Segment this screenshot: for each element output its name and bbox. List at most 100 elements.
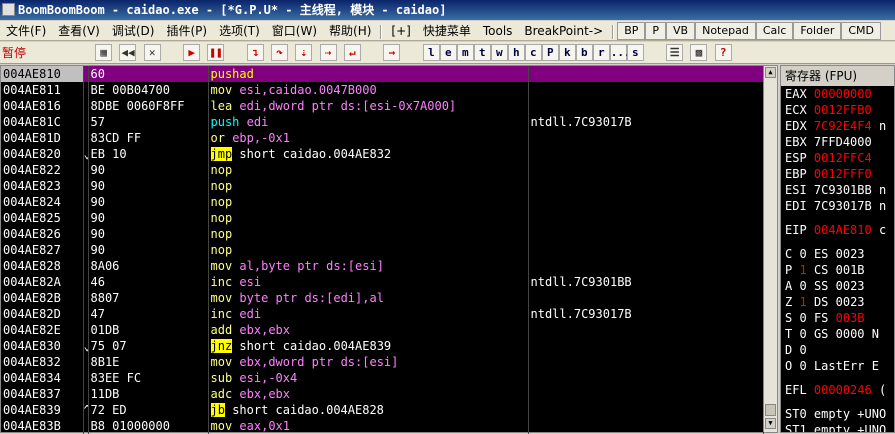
disasm-row[interactable]: 004AE826 90 nop <box>1 226 764 242</box>
menu-item[interactable]: 快捷菜单 <box>417 21 477 40</box>
disasm-row[interactable]: 004AE823 90 nop <box>1 178 764 194</box>
register-row[interactable]: EBX 7FFD4000 <box>781 134 894 150</box>
window-letter-button[interactable]: l <box>422 44 440 61</box>
registers-pane[interactable]: 寄存器 (FPU) EAX 00000000 ECX 0012FFB0 EDX 7C… <box>780 65 895 433</box>
register-row[interactable]: EFL 00000246 ( <box>781 382 894 398</box>
flag-value[interactable]: 0 <box>799 343 806 357</box>
register-value[interactable]: 0012FFF0 <box>814 167 872 181</box>
step-over-icon[interactable]: ↷ <box>271 44 289 61</box>
execute-till-return-icon[interactable]: ↵ <box>343 44 361 61</box>
menu-tool-button[interactable]: Notepad <box>695 22 756 40</box>
disasm-row[interactable]: 004AE830⌄75 07jnz short caidao.004AE839 <box>1 338 764 354</box>
flag-value[interactable]: 1 <box>799 263 806 277</box>
disasm-row[interactable]: 004AE810 60 pushad <box>1 66 764 82</box>
window-letter-button[interactable]: r <box>592 44 610 61</box>
register-row[interactable]: ESI 7C9301BB n <box>781 182 894 198</box>
scroll-thumb[interactable] <box>765 404 776 416</box>
register-row[interactable]: EDI 7C93017B n <box>781 198 894 214</box>
help-icon[interactable]: ? <box>714 44 732 61</box>
disasm-row[interactable]: 004AE816 8DBE 0060F8FF lea edi,dword ptr d… <box>1 98 764 114</box>
options-icon[interactable]: ▩ <box>690 44 708 61</box>
disasm-row[interactable]: 004AE827 90 nop <box>1 242 764 258</box>
window-letter-button[interactable]: s <box>626 44 644 61</box>
disasm-row[interactable]: 004AE82E 01DB add ebx,ebx <box>1 322 764 338</box>
flag-row[interactable]: O 0 LastErr E <box>781 358 894 374</box>
disasm-row[interactable]: 004AE837 11DB adc ebx,ebx <box>1 386 764 402</box>
menu-item[interactable]: 插件(P) <box>160 21 213 40</box>
window-letter-button[interactable]: e <box>439 44 457 61</box>
register-value[interactable]: empty +UNO <box>814 423 886 432</box>
menu-item[interactable]: 查看(V) <box>52 21 106 40</box>
flag-value[interactable]: 1 <box>799 295 806 309</box>
menu-item[interactable]: 窗口(W) <box>266 21 323 40</box>
disasm-row[interactable]: 004AE820⌄EB 10jmp short caidao.004AE832 <box>1 146 764 162</box>
disasm-row[interactable]: 004AE82D 47 inc edi ntdll.7C93017B <box>1 306 764 322</box>
window-letter-button[interactable]: m <box>456 44 474 61</box>
window-letter-button[interactable]: b <box>575 44 593 61</box>
goto-icon[interactable]: → <box>383 44 401 61</box>
disasm-row[interactable]: 004AE839^72 EDjb short caidao.004AE828 <box>1 402 764 418</box>
menu-tool-button[interactable]: Folder <box>793 22 842 40</box>
register-value[interactable]: empty +UNO <box>814 407 886 421</box>
menu-item[interactable]: 文件(F) <box>0 21 52 40</box>
window-letter-button[interactable]: P <box>541 44 559 61</box>
disassembly-scrollbar[interactable]: ▲ ▼ <box>763 66 777 432</box>
disasm-row[interactable]: 004AE82A 46 inc esi ntdll.7C9301BB <box>1 274 764 290</box>
trace-over-icon[interactable]: ⇢ <box>319 44 337 61</box>
window-letter-button[interactable]: w <box>490 44 508 61</box>
disasm-row[interactable]: 004AE82B 8807 mov byte ptr ds:[edi],al <box>1 290 764 306</box>
register-row[interactable]: ST0 empty +UNO <box>781 406 894 422</box>
menu-tool-button[interactable]: CMD <box>841 22 882 40</box>
register-row[interactable]: EIP 004AE810 c <box>781 222 894 238</box>
disasm-row[interactable]: 004AE834 83EE FC sub esi,-0x4 <box>1 370 764 386</box>
register-value[interactable]: 0012FFC4 <box>814 151 872 165</box>
flag-value[interactable]: 0 <box>799 359 806 373</box>
register-value[interactable]: 00000000 <box>814 87 872 101</box>
register-row[interactable]: ECX 0012FFB0 <box>781 102 894 118</box>
flag-value[interactable]: 0 <box>799 247 806 261</box>
flag-row[interactable]: A 0 SS 0023 <box>781 278 894 294</box>
flag-row[interactable]: D 0 <box>781 342 894 358</box>
disasm-row[interactable]: 004AE81D 83CD FF or ebp,-0x1 <box>1 130 764 146</box>
window-letter-button[interactable]: ... <box>609 44 631 61</box>
flag-row[interactable]: S 0 FS 003B <box>781 310 894 326</box>
register-value[interactable]: 7C93017B <box>814 199 872 213</box>
flag-row[interactable]: T 0 GS 0000 N <box>781 326 894 342</box>
register-row[interactable]: EAX 00000000 <box>781 86 894 102</box>
flag-row[interactable]: C 0 ES 0023 <box>781 246 894 262</box>
close-icon[interactable]: ✕ <box>143 44 161 61</box>
register-value[interactable]: 7C9301BB <box>814 183 872 197</box>
register-value[interactable]: 7FFD4000 <box>814 135 872 149</box>
disasm-row[interactable]: 004AE828 8A06 mov al,byte ptr ds:[esi] <box>1 258 764 274</box>
register-value[interactable]: 7C92E4F4 <box>814 119 872 133</box>
register-value[interactable]: 004AE810 <box>814 223 872 237</box>
run-icon[interactable]: ▶ <box>183 44 201 61</box>
rewind-icon[interactable]: ◀◀ <box>119 44 137 61</box>
menu-tool-button[interactable]: P <box>645 22 667 40</box>
window-letter-button[interactable]: t <box>473 44 491 61</box>
menu-tool-button[interactable]: Calc <box>755 22 794 40</box>
register-row[interactable]: EBP 0012FFF0 <box>781 166 894 182</box>
list-icon[interactable]: ☰ <box>666 44 684 61</box>
window-letter-button[interactable]: c <box>524 44 542 61</box>
scroll-down-arrow[interactable]: ▼ <box>765 418 776 429</box>
window-letter-button[interactable]: h <box>507 44 525 61</box>
flag-value[interactable]: 0 <box>799 327 806 341</box>
register-row[interactable]: EDX 7C92E4F4 n <box>781 118 894 134</box>
menu-tool-button[interactable]: VB <box>666 22 696 40</box>
flag-row[interactable]: Z 1 DS 0023 <box>781 294 894 310</box>
menu-item[interactable]: 帮助(H) <box>323 21 377 40</box>
menu-item[interactable]: BreakPoint-> <box>518 21 609 40</box>
register-value[interactable]: 0012FFB0 <box>814 103 872 117</box>
disassembly-pane[interactable]: 004AE810 60 pushad 004AE811 BE 00B04700 mov e… <box>0 65 778 434</box>
menu-item[interactable]: 调试(D) <box>106 21 161 40</box>
register-row[interactable]: ST1 empty +UNO <box>781 422 894 432</box>
disasm-row[interactable]: 004AE825 90 nop <box>1 210 764 226</box>
menu-tool-button[interactable]: BP <box>617 22 646 40</box>
menu-item[interactable]: 选项(T) <box>213 21 266 40</box>
pause-icon[interactable]: ❚❚ <box>207 44 225 61</box>
trace-into-icon[interactable]: ⇣ <box>295 44 313 61</box>
step-into-icon[interactable]: ↴ <box>246 44 264 61</box>
disasm-row[interactable]: 004AE811 BE 00B04700 mov esi,caidao.0047B0… <box>1 82 764 98</box>
window-letter-button[interactable]: k <box>558 44 576 61</box>
